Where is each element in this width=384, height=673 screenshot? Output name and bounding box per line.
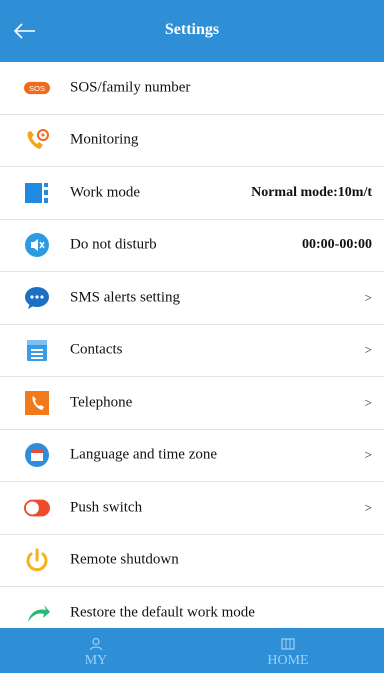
setting-label: Language and time zone	[70, 446, 218, 463]
work-mode-icon	[24, 180, 50, 206]
setting-label: Do not disturb	[70, 236, 157, 253]
chat-bubble-icon	[24, 285, 50, 311]
setting-label: SOS/family number	[70, 79, 191, 96]
setting-label: Monitoring	[70, 131, 139, 148]
tab-label: HOME	[267, 653, 309, 668]
setting-value: 00:00-00:00	[302, 237, 372, 253]
setting-label: SMS alerts setting	[70, 289, 181, 306]
telephone-icon	[24, 390, 50, 416]
power-icon	[24, 547, 50, 573]
setting-remote-shutdown[interactable]: Remote shutdown	[0, 535, 384, 587]
setting-label: Work mode	[70, 184, 141, 201]
settings-list: SOS SOS/family number Monitoring Work mo…	[0, 62, 384, 640]
phone-monitor-icon	[24, 127, 50, 153]
user-icon	[89, 637, 103, 651]
setting-telephone[interactable]: Telephone >	[0, 377, 384, 430]
setting-do-not-disturb[interactable]: Do not disturb 00:00-00:00	[0, 220, 384, 272]
bottom-tab-bar: MY HOME	[0, 628, 384, 673]
mute-icon	[24, 232, 50, 258]
setting-label: Contacts	[70, 341, 123, 358]
sos-icon: SOS	[24, 75, 50, 101]
setting-monitoring[interactable]: Monitoring	[0, 115, 384, 167]
setting-label: Telephone	[70, 394, 133, 411]
setting-sms-alerts[interactable]: SMS alerts setting >	[0, 272, 384, 325]
chevron-right-icon: >	[364, 289, 372, 305]
svg-text:SOS: SOS	[29, 84, 45, 93]
page-title: Settings	[164, 21, 220, 38]
setting-label: Restore the default work mode	[70, 604, 255, 621]
calendar-icon	[24, 442, 50, 468]
setting-value: Normal mode:10m/t	[251, 184, 372, 200]
chevron-right-icon: >	[364, 342, 372, 358]
setting-push-switch[interactable]: Push switch >	[0, 482, 384, 535]
setting-sos[interactable]: SOS SOS/family number	[0, 62, 384, 115]
setting-label: Remote shutdown	[70, 551, 179, 568]
setting-work-mode[interactable]: Work mode Normal mode:10m/t	[0, 167, 384, 220]
tab-my[interactable]: MY	[0, 628, 192, 673]
toggle-icon	[24, 495, 50, 521]
tab-label: MY	[84, 653, 108, 668]
setting-language-timezone[interactable]: Language and time zone >	[0, 430, 384, 482]
setting-label: Push switch	[70, 499, 143, 516]
contacts-book-icon	[24, 337, 50, 363]
chevron-right-icon: >	[364, 447, 372, 463]
chevron-right-icon: >	[364, 499, 372, 515]
chevron-right-icon: >	[364, 394, 372, 410]
tab-home[interactable]: HOME	[192, 628, 384, 673]
setting-contacts[interactable]: Contacts >	[0, 325, 384, 377]
top-bar: Settings	[0, 0, 384, 62]
map-icon	[281, 638, 295, 650]
restore-arrow-icon	[24, 600, 50, 626]
